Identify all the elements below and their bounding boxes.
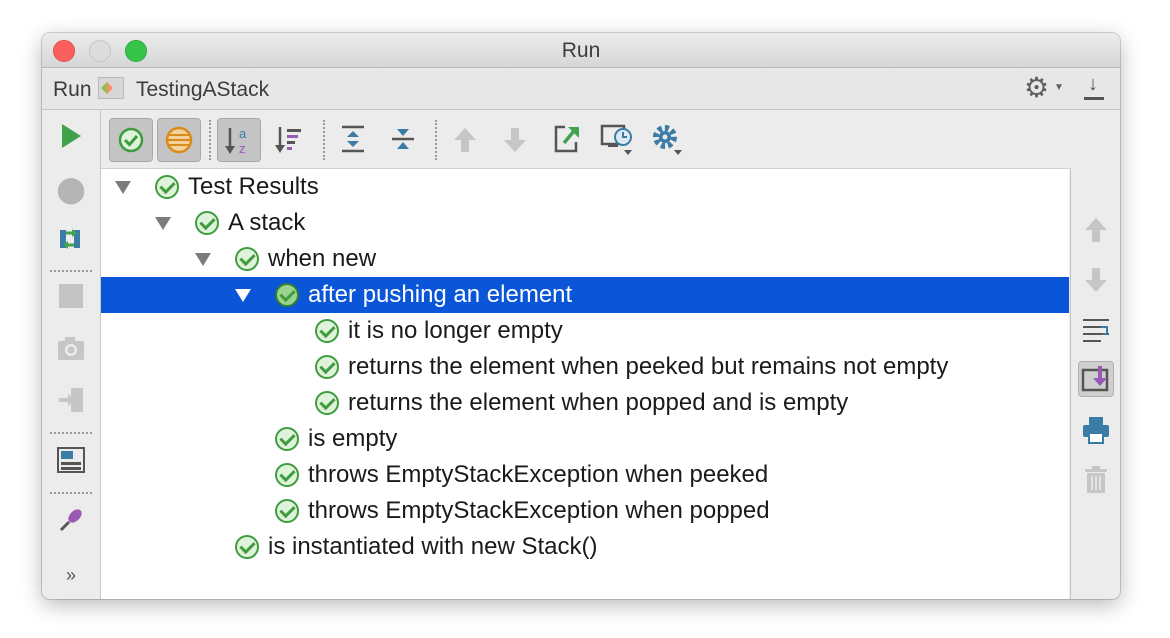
test-passed-icon	[195, 211, 219, 235]
tree-row-label: returns the element when peeked but rema…	[348, 353, 949, 380]
tree-row[interactable]: it is no longer empty	[101, 313, 1069, 349]
test-results-tree: Test Results A stack when new after push…	[101, 168, 1069, 599]
test-passed-icon	[275, 427, 299, 451]
tree-row-label: when new	[268, 245, 377, 272]
debug-icon: ⬤	[56, 174, 86, 204]
separator	[50, 432, 92, 434]
test-passed-icon	[275, 463, 299, 487]
play-icon[interactable]	[56, 122, 86, 152]
camera-icon	[56, 336, 86, 366]
tree-row[interactable]: A stack	[101, 205, 1069, 241]
title-bar: Run	[42, 33, 1120, 68]
tree-row[interactable]: throws EmptyStackException when popped	[101, 493, 1069, 529]
previous-failed-icon	[443, 118, 487, 162]
collapse-triangle-icon[interactable]	[115, 181, 131, 194]
right-action-bar	[1070, 168, 1120, 599]
expand-all-icon[interactable]	[331, 118, 375, 162]
test-passed-icon	[155, 175, 179, 199]
separator	[209, 120, 211, 160]
tree-row-label: after pushing an element	[308, 281, 573, 308]
test-passed-icon	[315, 355, 339, 379]
test-passed-icon	[315, 391, 339, 415]
tree-row-label: Test Results	[188, 173, 319, 200]
collapse-all-icon[interactable]	[381, 118, 425, 162]
tree-row-label: returns the element when popped and is e…	[348, 389, 849, 416]
window-title: Run	[561, 39, 601, 62]
run-label: Run	[53, 78, 92, 101]
tree-row[interactable]: returns the element when peeked but rema…	[101, 349, 1069, 385]
separator	[50, 270, 92, 272]
settings-icon[interactable]	[645, 118, 689, 162]
sort-duration-icon[interactable]	[267, 118, 311, 162]
tree-row-selected[interactable]: after pushing an element	[101, 277, 1069, 313]
soft-wrap-icon[interactable]	[1078, 312, 1114, 348]
test-passed-icon	[315, 319, 339, 343]
tree-row-label: throws EmptyStackException when peeked	[308, 461, 769, 488]
hide-panel-icon[interactable]: ↓	[1082, 74, 1106, 104]
run-config-tab[interactable]: TestingAStack	[136, 78, 269, 102]
tree-row-label: is instantiated with new Stack()	[268, 533, 598, 560]
run-tool-header: Run TestingAStack ⚙ ▼ ↓	[42, 68, 1120, 110]
chevron-down-icon: ▼	[1054, 82, 1064, 93]
tree-row-label: is empty	[308, 425, 398, 452]
down-arrow-icon	[1078, 262, 1114, 298]
left-action-bar: ⬤ »	[42, 110, 101, 599]
test-passed-icon	[235, 535, 259, 559]
svg-text:z: z	[239, 141, 246, 156]
rerun-failed-icon[interactable]	[56, 224, 86, 254]
show-passed-icon[interactable]	[109, 118, 153, 162]
separator	[323, 120, 325, 160]
separator	[435, 120, 437, 160]
tree-row[interactable]: is instantiated with new Stack()	[101, 529, 1069, 565]
tree-row[interactable]: is empty	[101, 421, 1069, 457]
tree-row-label: A stack	[228, 209, 306, 236]
test-toolbar: az	[101, 110, 1120, 168]
export-icon[interactable]	[545, 118, 589, 162]
more-actions-button[interactable]: »	[56, 560, 86, 590]
tree-row[interactable]: returns the element when popped and is e…	[101, 385, 1069, 421]
tree-row[interactable]: throws EmptyStackException when peeked	[101, 457, 1069, 493]
run-config-icon	[98, 77, 124, 99]
print-icon[interactable]	[1078, 412, 1114, 448]
separator	[50, 492, 92, 494]
svg-text:a: a	[239, 126, 247, 141]
tree-row[interactable]: when new	[101, 241, 1069, 277]
test-passed-icon	[235, 247, 259, 271]
pin-icon[interactable]	[56, 506, 86, 536]
tree-row-label: throws EmptyStackException when popped	[308, 497, 770, 524]
history-icon[interactable]	[595, 118, 639, 162]
stop-icon	[56, 284, 86, 314]
test-passed-icon	[275, 499, 299, 523]
test-passed-icon	[275, 283, 299, 307]
tree-row[interactable]: Test Results	[101, 169, 1069, 205]
sort-alpha-icon[interactable]: az	[217, 118, 261, 162]
run-window: Run Run TestingAStack ⚙ ▼ ↓ ⬤ » a z Test…	[42, 33, 1120, 599]
settings-gear-icon[interactable]: ⚙	[1024, 73, 1049, 103]
show-ignored-icon[interactable]	[157, 118, 201, 162]
exit-icon	[56, 386, 86, 416]
up-arrow-icon	[1078, 212, 1114, 248]
layout-icon[interactable]	[56, 446, 86, 476]
trash-icon	[1078, 462, 1114, 498]
scroll-to-end-icon[interactable]	[1078, 361, 1114, 397]
collapse-triangle-icon[interactable]	[155, 217, 171, 230]
tree-row-label: it is no longer empty	[348, 317, 563, 344]
next-failed-icon	[493, 118, 537, 162]
collapse-triangle-icon[interactable]	[195, 253, 211, 266]
collapse-triangle-icon[interactable]	[235, 289, 251, 302]
